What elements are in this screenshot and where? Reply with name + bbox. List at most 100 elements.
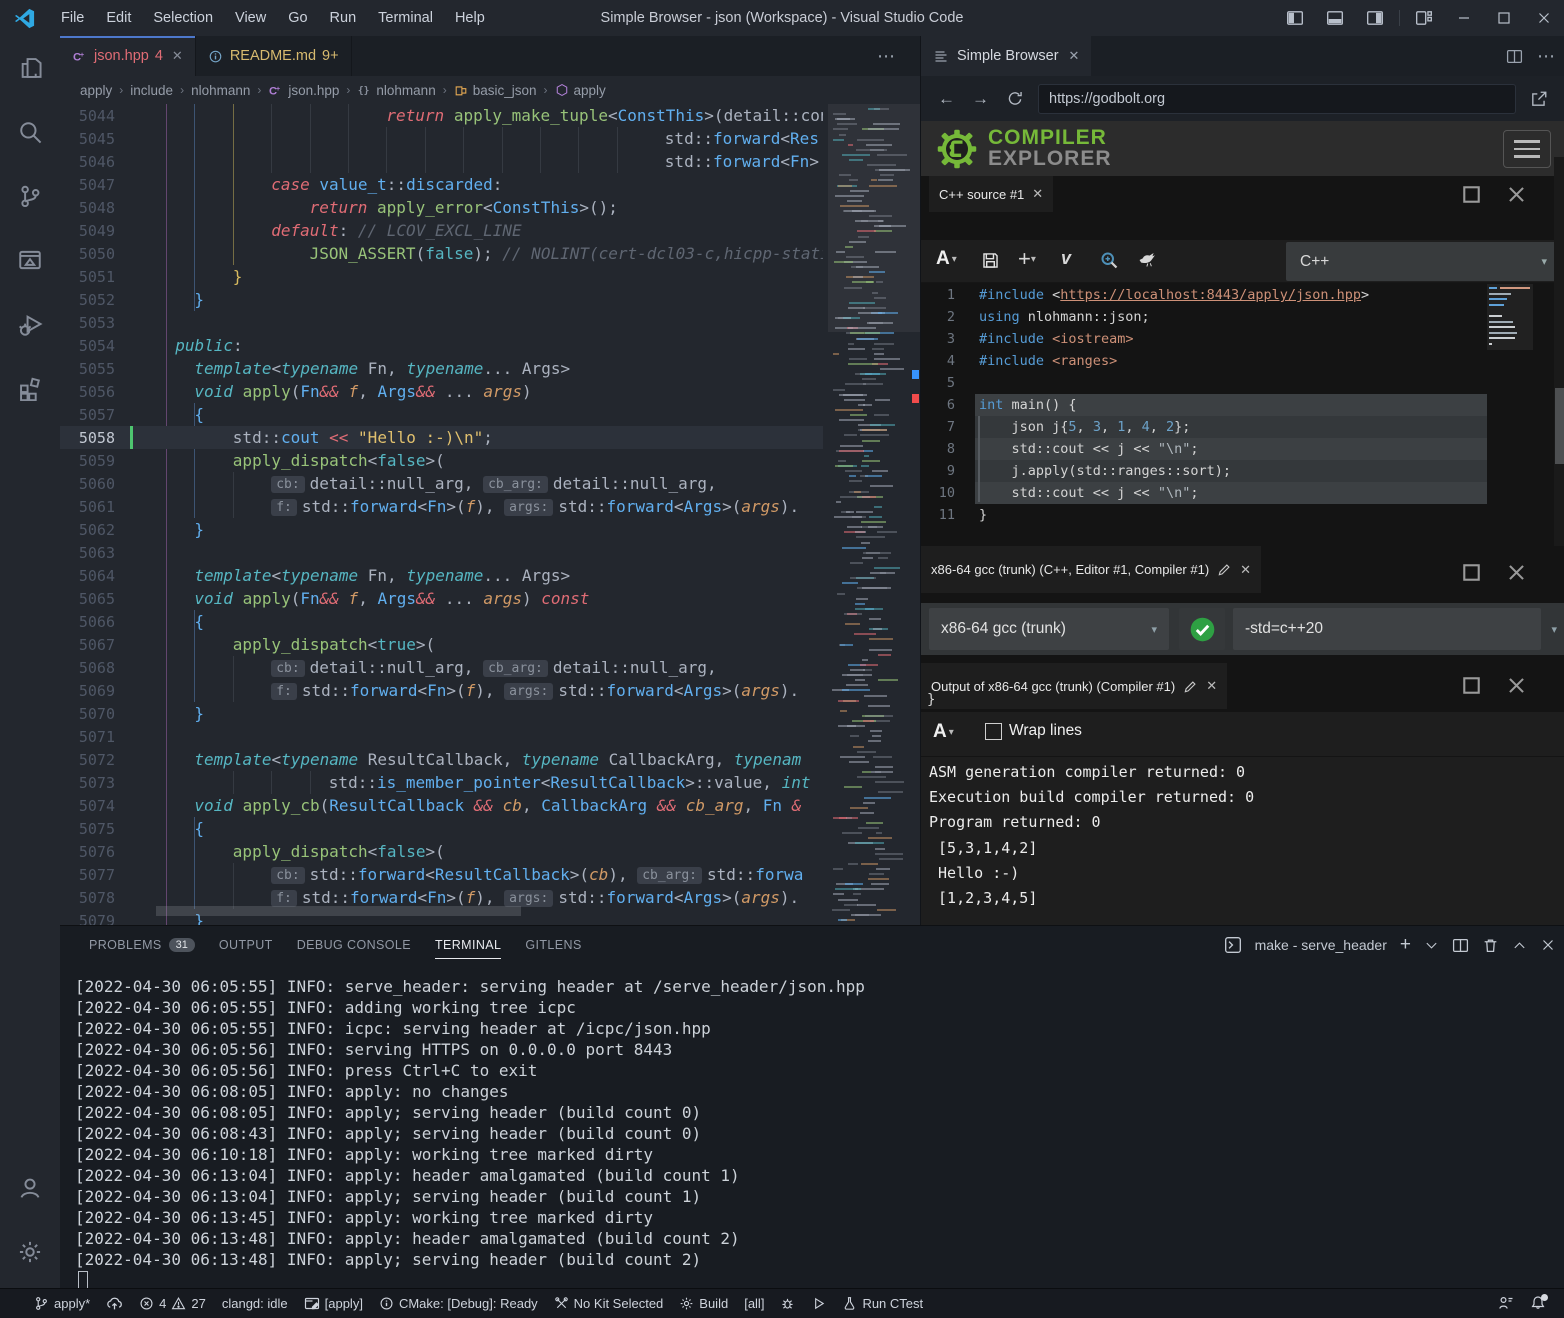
activity-source-control-icon[interactable] — [0, 164, 60, 228]
code-line[interactable]: 5045std::forward<Res — [60, 127, 823, 150]
hamburger-menu-icon[interactable] — [1503, 130, 1551, 168]
code-line[interactable]: 5077cb:std::forward<ResultCallback>(cb),… — [60, 863, 823, 886]
breadcrumb-item-apply[interactable]: apply — [80, 83, 112, 98]
code-line[interactable]: 5064template<typename Fn, typename... Ar… — [60, 564, 823, 587]
breadcrumb[interactable]: apply›include›nlohmann›C+json.hpp›{}nloh… — [60, 76, 920, 104]
rename-icon[interactable] — [1217, 562, 1232, 577]
breadcrumb-item-include[interactable]: include — [130, 83, 173, 98]
customize-layout-icon[interactable] — [1404, 0, 1444, 36]
code-line[interactable]: 5044return apply_make_tuple<ConstThis>(d… — [60, 104, 823, 127]
code-line[interactable]: 5049default: // LCOV_EXCL_LINE — [60, 219, 823, 242]
menu-go[interactable]: Go — [277, 0, 318, 36]
reload-icon[interactable] — [1006, 90, 1024, 108]
activity-explorer-icon[interactable] — [0, 36, 60, 100]
breadcrumb-item-json-hpp[interactable]: C+json.hpp — [268, 83, 339, 98]
code-line[interactable]: 5048return apply_error<ConstThis>(); — [60, 196, 823, 219]
breadcrumb-item-apply[interactable]: apply — [555, 83, 606, 98]
terminal-process-label[interactable]: make - serve_header — [1255, 937, 1387, 953]
status-launch-target[interactable] — [803, 1289, 834, 1318]
browser-code-line[interactable]: 9 j.apply(std::ranges::sort); — [921, 460, 1487, 482]
tab-compiler[interactable]: x86-64 gcc (trunk) (C++, Editor #1, Comp… — [921, 546, 1261, 593]
status-cmake-build[interactable]: Build — [671, 1289, 736, 1318]
code-line[interactable]: 5067apply_dispatch<true>( — [60, 633, 823, 656]
maximize-panel-icon[interactable] — [1512, 938, 1527, 953]
breadcrumb-item-nlohmann[interactable]: {}nlohmann — [357, 83, 435, 98]
status-notifications[interactable] — [1522, 1289, 1554, 1318]
code-line[interactable]: 5050JSON_ASSERT(false); // NOLINT(cert-d… — [60, 242, 823, 265]
window-maximize-icon[interactable] — [1484, 0, 1524, 36]
code-line[interactable]: 5047case value_t::discarded: — [60, 173, 823, 196]
language-select[interactable]: C++▾ — [1286, 242, 1557, 281]
status-cmake-target[interactable]: [all] — [736, 1289, 772, 1318]
code-line[interactable]: 5060cb:detail::null_arg, cb_arg:detail::… — [60, 472, 823, 495]
close-icon[interactable]: ✕ — [1069, 48, 1080, 64]
code-line[interactable]: 5055template<typename Fn, typename... Ar… — [60, 357, 823, 380]
code-line[interactable]: 5074void apply_cb(ResultCallback && cb, … — [60, 794, 823, 817]
panel-tab-terminal[interactable]: TERMINAL — [423, 926, 513, 964]
split-terminal-icon[interactable] — [1452, 937, 1469, 954]
checkbox-icon[interactable] — [985, 723, 1002, 740]
close-pane-icon[interactable] — [1506, 675, 1527, 696]
code-line[interactable]: 5068cb:detail::null_arg, cb_arg:detail::… — [60, 656, 823, 679]
code-line[interactable]: 5054public: — [60, 334, 823, 357]
activity-preview-window-icon[interactable] — [0, 228, 60, 292]
status-debug-target[interactable] — [772, 1289, 803, 1318]
status-publish-changes[interactable] — [98, 1289, 131, 1318]
code-line[interactable]: 5066{ — [60, 610, 823, 633]
tab-simple-browser[interactable]: Simple Browser ✕ — [921, 36, 1091, 76]
code-line[interactable]: 5069f:std::forward<Fn>(f), args:std::for… — [60, 679, 823, 702]
breadcrumb-item-basic-json[interactable]: basic_json — [454, 83, 537, 98]
tab-output[interactable]: Output of x86-64 gcc (trunk) (Compiler #… — [921, 663, 1227, 709]
code-editor[interactable]: 5044return apply_make_tuple<ConstThis>(d… — [60, 104, 920, 925]
open-external-icon[interactable] — [1530, 90, 1548, 108]
panel-tab-debug-console[interactable]: DEBUG CONSOLE — [285, 926, 423, 964]
browser-code-line[interactable]: 7 json j{5, 3, 1, 4, 2}; — [921, 416, 1487, 438]
tab-readme-md[interactable]: README.md9+ — [196, 36, 352, 76]
zoom-button[interactable] — [1099, 250, 1119, 270]
close-icon[interactable]: ✕ — [1206, 678, 1217, 694]
code-line[interactable]: 5073std::is_member_pointer<ResultCallbac… — [60, 771, 823, 794]
status-clangd-status[interactable]: clangd: idle — [214, 1289, 296, 1318]
status-git-branch[interactable]: apply* — [26, 1289, 98, 1318]
back-icon[interactable]: ← — [938, 89, 955, 109]
rename-icon[interactable] — [1183, 679, 1198, 694]
kill-terminal-icon[interactable] — [1482, 937, 1499, 954]
browser-code-line[interactable]: 10 std::cout << j << "\n"; — [921, 482, 1487, 504]
code-line[interactable]: 5070} — [60, 702, 823, 725]
code-line[interactable]: 5072template<typename ResultCallback, ty… — [60, 748, 823, 771]
layout-sidebar-right-icon[interactable] — [1355, 0, 1395, 36]
status-cmake-kit[interactable]: No Kit Selected — [546, 1289, 672, 1318]
more-actions-icon[interactable]: ⋯ — [1537, 46, 1555, 67]
layout-sidebar-left-icon[interactable] — [1275, 0, 1315, 36]
maximize-pane-icon[interactable] — [1461, 184, 1482, 205]
wrap-lines-checkbox[interactable]: Wrap lines — [985, 722, 1082, 740]
chevron-down-icon[interactable] — [1424, 938, 1439, 953]
menu-selection[interactable]: Selection — [142, 0, 224, 36]
status-problems[interactable]: 427 — [131, 1289, 214, 1318]
menu-terminal[interactable]: Terminal — [367, 0, 444, 36]
code-line[interactable]: 5062} — [60, 518, 823, 541]
close-pane-icon[interactable] — [1506, 184, 1527, 205]
maximize-pane-icon[interactable] — [1461, 562, 1482, 583]
panel-tab-gitlens[interactable]: GITLENS — [513, 926, 593, 964]
panel-tab-problems[interactable]: PROBLEMS31 — [77, 926, 207, 964]
compiler-select[interactable]: x86-64 gcc (trunk) ▾ — [929, 608, 1169, 650]
code-line[interactable]: 5076apply_dispatch<false>( — [60, 840, 823, 863]
layout-panel-icon[interactable] — [1315, 0, 1355, 36]
editor-more-actions-icon[interactable]: ⋯ — [877, 36, 896, 76]
status-feedback[interactable] — [1490, 1289, 1522, 1318]
tab-json-hpp[interactable]: C+json.hpp4✕ — [60, 36, 196, 76]
close-icon[interactable]: ✕ — [172, 48, 183, 64]
panel-tab-output[interactable]: OUTPUT — [207, 926, 285, 964]
close-pane-icon[interactable] — [1506, 562, 1527, 583]
source-code-editor[interactable]: 1#include <https://localhost:8443/apply/… — [921, 284, 1487, 546]
browser-code-line[interactable]: 5 — [921, 372, 1487, 394]
browser-code-line[interactable]: 6int main() { — [921, 394, 1487, 416]
activity-search-icon[interactable] — [0, 100, 60, 164]
menu-edit[interactable]: Edit — [95, 0, 142, 36]
menu-run[interactable]: Run — [319, 0, 368, 36]
browser-code-line[interactable]: 11} — [921, 504, 1487, 526]
code-line[interactable]: 5051} — [60, 265, 823, 288]
add-pane-button[interactable]: +▾ — [1018, 246, 1036, 272]
window-close-icon[interactable] — [1524, 0, 1564, 36]
